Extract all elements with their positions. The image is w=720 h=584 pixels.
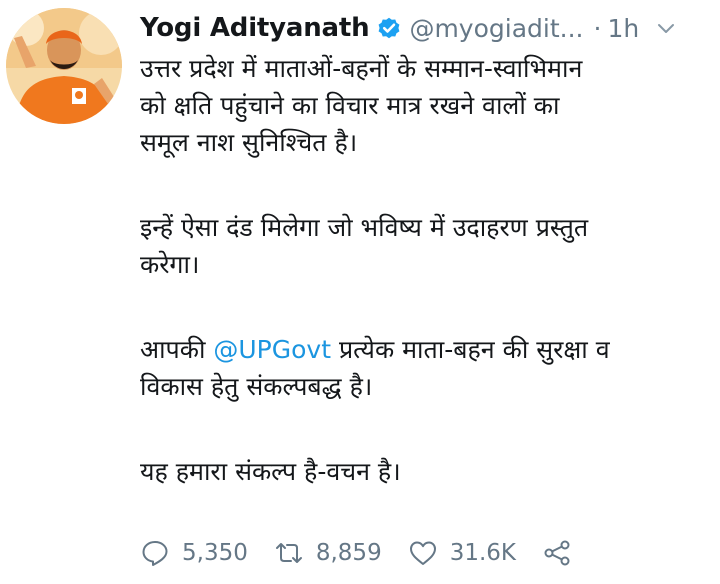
retweet-count: 8,859 bbox=[315, 540, 382, 566]
tweet-line: को क्षति पहुंचाने का विचार मात्र रखने वा… bbox=[140, 91, 560, 120]
display-name[interactable]: Yogi Adityanath bbox=[140, 13, 370, 43]
tweet-line: आपकी @UPGovt प्रत्येक माता-बहन की सुरक्ष… bbox=[140, 331, 715, 368]
tweet-paragraph: आपकी @UPGovt प्रत्येक माता-बहन की सुरक्ष… bbox=[140, 331, 715, 405]
tweet-line: यह हमारा संकल्प है-वचन है। bbox=[140, 457, 401, 486]
separator-dot: · bbox=[593, 13, 602, 43]
mention-link[interactable]: @UPGovt bbox=[213, 335, 331, 364]
tweet-actions: 5,350 8,859 31.6K bbox=[140, 533, 572, 573]
retweet-icon bbox=[275, 543, 302, 563]
tweet-card[interactable]: Yogi Adityanath @myogiadit... · 1h उत्तर… bbox=[0, 0, 720, 584]
reply-count: 5,350 bbox=[182, 540, 248, 566]
tweet-timestamp[interactable]: 1h bbox=[607, 14, 639, 43]
tweet-line: इन्हें ऐसा दंड मिलेगा जो भविष्य में उदाह… bbox=[140, 213, 589, 242]
tweet-text: उत्तर प्रदेश में माताओं-बहनों के सम्मान-… bbox=[140, 50, 715, 490]
chevron-down-icon[interactable] bbox=[655, 17, 677, 39]
like-count: 31.6K bbox=[449, 540, 517, 566]
tweet-line: समूल नाश सुनिश्चित है। bbox=[140, 128, 358, 157]
tweet-paragraph: यह हमारा संकल्प है-वचन है। bbox=[140, 453, 715, 490]
share-button[interactable] bbox=[542, 538, 572, 568]
like-button[interactable]: 31.6K bbox=[408, 538, 516, 568]
tweet-line: विकास हेतु संकल्पबद्ध है। bbox=[140, 372, 373, 401]
avatar-image bbox=[6, 8, 122, 124]
share-icon bbox=[544, 540, 570, 566]
tweet-line: करेगा। bbox=[140, 250, 200, 279]
user-handle[interactable]: @myogiadit... bbox=[409, 14, 583, 43]
reply-button[interactable]: 5,350 bbox=[140, 538, 248, 568]
reply-icon bbox=[142, 541, 168, 566]
avatar[interactable] bbox=[6, 8, 122, 124]
tweet-header: Yogi Adityanath @myogiadit... · 1h bbox=[140, 8, 720, 48]
verified-badge-icon bbox=[376, 15, 402, 41]
tweet-text-span: आपकी bbox=[140, 335, 214, 364]
heart-icon bbox=[409, 541, 436, 565]
retweet-button[interactable]: 8,859 bbox=[274, 538, 382, 568]
tweet-paragraph: उत्तर प्रदेश में माताओं-बहनों के सम्मान-… bbox=[140, 50, 715, 161]
tweet-text-span: प्रत्येक माता-बहन की सुरक्षा व bbox=[331, 335, 610, 364]
tweet-line: उत्तर प्रदेश में माताओं-बहनों के सम्मान-… bbox=[140, 54, 583, 83]
tweet-paragraph: इन्हें ऐसा दंड मिलेगा जो भविष्य में उदाह… bbox=[140, 209, 715, 283]
